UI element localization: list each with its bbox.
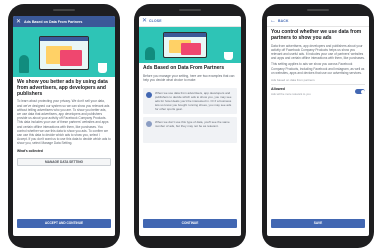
plant-shape <box>19 55 29 73</box>
speaker <box>179 9 201 11</box>
cup-shape <box>224 52 233 60</box>
phone-frame-2: ✕ CLOSE Ads Based on Data From Partners … <box>134 4 246 248</box>
page-heading: Ads Based on Data From Partners <box>143 65 225 71</box>
setting-section-label: Ads based on data from partners <box>271 78 315 83</box>
speaker <box>307 9 329 11</box>
allowed-toggle[interactable] <box>355 89 365 95</box>
header-bar: ✕ CLOSE <box>139 16 241 27</box>
cup-shape <box>98 63 107 73</box>
header-bar: ✕ Ads Based on Data From Partners <box>13 16 115 27</box>
phone-frame-3: ← BACK You control whether we use data f… <box>262 4 374 248</box>
header-bar: ← BACK <box>267 16 369 27</box>
continue-button[interactable]: CONTINUE <box>143 219 237 228</box>
illustration <box>13 27 115 77</box>
example-card-text: When we don't use this type of data, you… <box>155 120 230 129</box>
page-heading: You control whether we use data from par… <box>271 29 362 41</box>
plant-shape <box>145 47 155 60</box>
toggle-sublabel: Ads will be more relevant to you <box>271 92 311 97</box>
toggle-label: Allowed <box>271 87 285 92</box>
page-heading: We show you better ads by using data fro… <box>17 79 108 97</box>
speaker <box>53 9 75 11</box>
close-label[interactable]: CLOSE <box>149 19 162 23</box>
illustration <box>139 27 241 63</box>
whats-collected-label[interactable]: What's collected <box>17 149 111 153</box>
header-title: Ads Based on Data From Partners <box>24 19 83 24</box>
example-card-with-data: When we use data from advertisers, app d… <box>143 88 237 115</box>
example-card-text: When we use data from advertisers, app d… <box>155 91 232 112</box>
body-text-1: Data from advertisers, app developers an… <box>271 43 365 61</box>
close-icon[interactable]: ✕ <box>142 18 147 24</box>
screen-examples: ✕ CLOSE Ads Based on Data From Partners … <box>139 16 241 236</box>
allowed-setting-row[interactable]: Allowed Ads will be more relevant to you <box>271 84 365 96</box>
accept-and-continue-button[interactable]: ACCEPT AND CONTINUE <box>17 219 111 228</box>
manage-data-setting-button[interactable]: MANAGE DATA SETTING <box>17 157 111 166</box>
screen-consent: ✕ Ads Based on Data From Partners We sho… <box>13 16 115 236</box>
browser-frame-illustration <box>39 36 89 70</box>
save-button[interactable]: SAVE <box>271 219 365 228</box>
body-text-2: This setting applies to ads we show you … <box>271 62 365 75</box>
info-icon <box>146 121 152 128</box>
screen-settings: ← BACK You control whether we use data f… <box>267 16 369 236</box>
close-icon[interactable]: ✕ <box>16 19 21 25</box>
intro-text: Before you manage your setting, here are… <box>143 73 235 82</box>
body-text: To learn about protecting your privacy. … <box>17 99 111 146</box>
toggle-knob <box>360 89 365 94</box>
example-card-without-data: When we don't use this type of data, you… <box>143 117 237 144</box>
back-label[interactable]: BACK <box>278 19 289 23</box>
target-icon <box>146 92 152 99</box>
browser-frame-illustration <box>163 32 207 58</box>
phone-frame-1: ✕ Ads Based on Data From Partners We sho… <box>8 4 120 248</box>
back-arrow-icon[interactable]: ← <box>270 18 276 24</box>
